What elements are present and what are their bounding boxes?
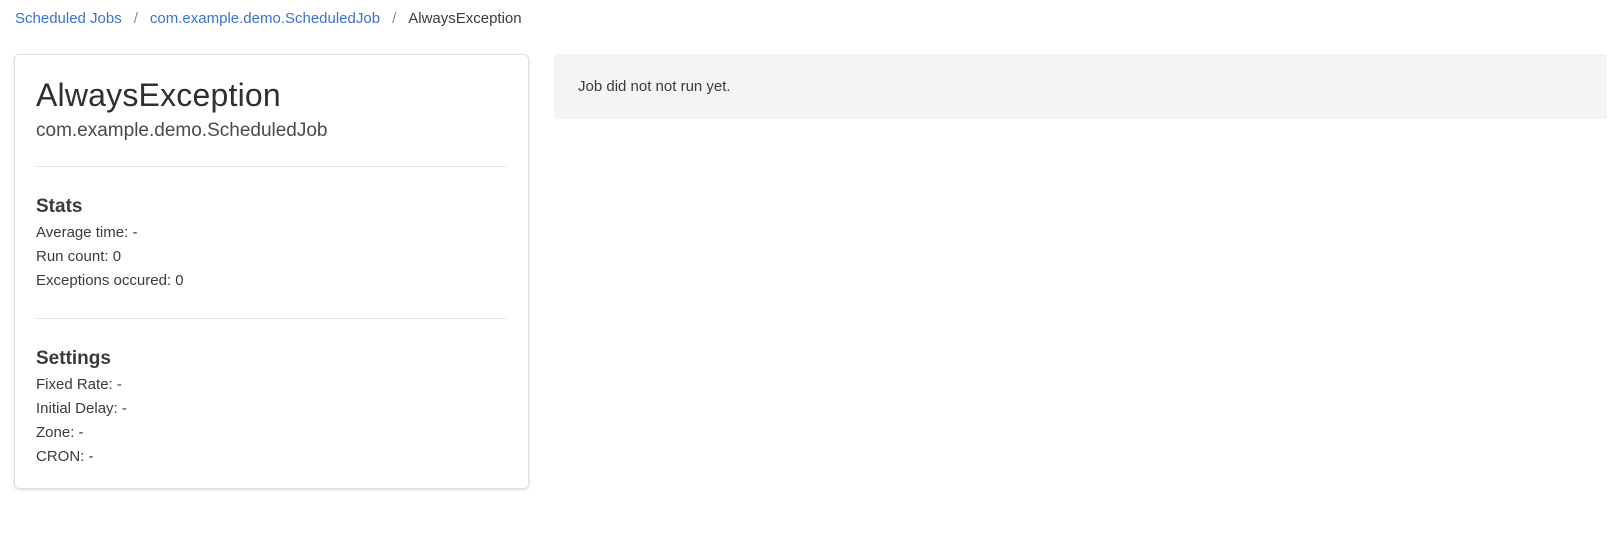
settings-list: Fixed Rate: - Initial Delay: - Zone: - C… [36, 373, 127, 469]
breadcrumb-current: AlwaysException [408, 10, 522, 27]
setting-cron: CRON: - [36, 448, 94, 465]
stat-run-count: Run count: 0 [36, 248, 122, 265]
setting-fixed-rate: Fixed Rate: - [36, 376, 122, 393]
breadcrumb-separator: / [392, 10, 397, 27]
setting-initial-delay: Initial Delay: - [36, 400, 127, 417]
settings-heading: Settings [36, 348, 111, 369]
divider [36, 166, 507, 167]
breadcrumb-link-scheduled-jobs[interactable]: Scheduled Jobs [15, 9, 122, 29]
stats-heading: Stats [36, 196, 83, 217]
stats-list: Average time: - Run count: 0 Exceptions … [36, 221, 184, 293]
stat-exceptions-occured: Exceptions occured: 0 [36, 272, 184, 289]
job-status-notice: Job did not not run yet. [554, 54, 1607, 119]
job-title: AlwaysException [36, 77, 281, 113]
job-class-name: com.example.demo.ScheduledJob [36, 120, 328, 141]
breadcrumb-link-job-class[interactable]: com.example.demo.ScheduledJob [150, 9, 380, 29]
setting-zone: Zone: - [36, 424, 84, 441]
breadcrumb-separator: / [133, 10, 138, 27]
job-status-notice-text: Job did not not run yet. [578, 78, 731, 95]
divider [36, 318, 507, 319]
job-details-card: AlwaysException com.example.demo.Schedul… [14, 54, 529, 489]
stat-average-time: Average time: - [36, 224, 138, 241]
breadcrumb: Scheduled Jobs / com.example.demo.Schedu… [15, 9, 522, 29]
